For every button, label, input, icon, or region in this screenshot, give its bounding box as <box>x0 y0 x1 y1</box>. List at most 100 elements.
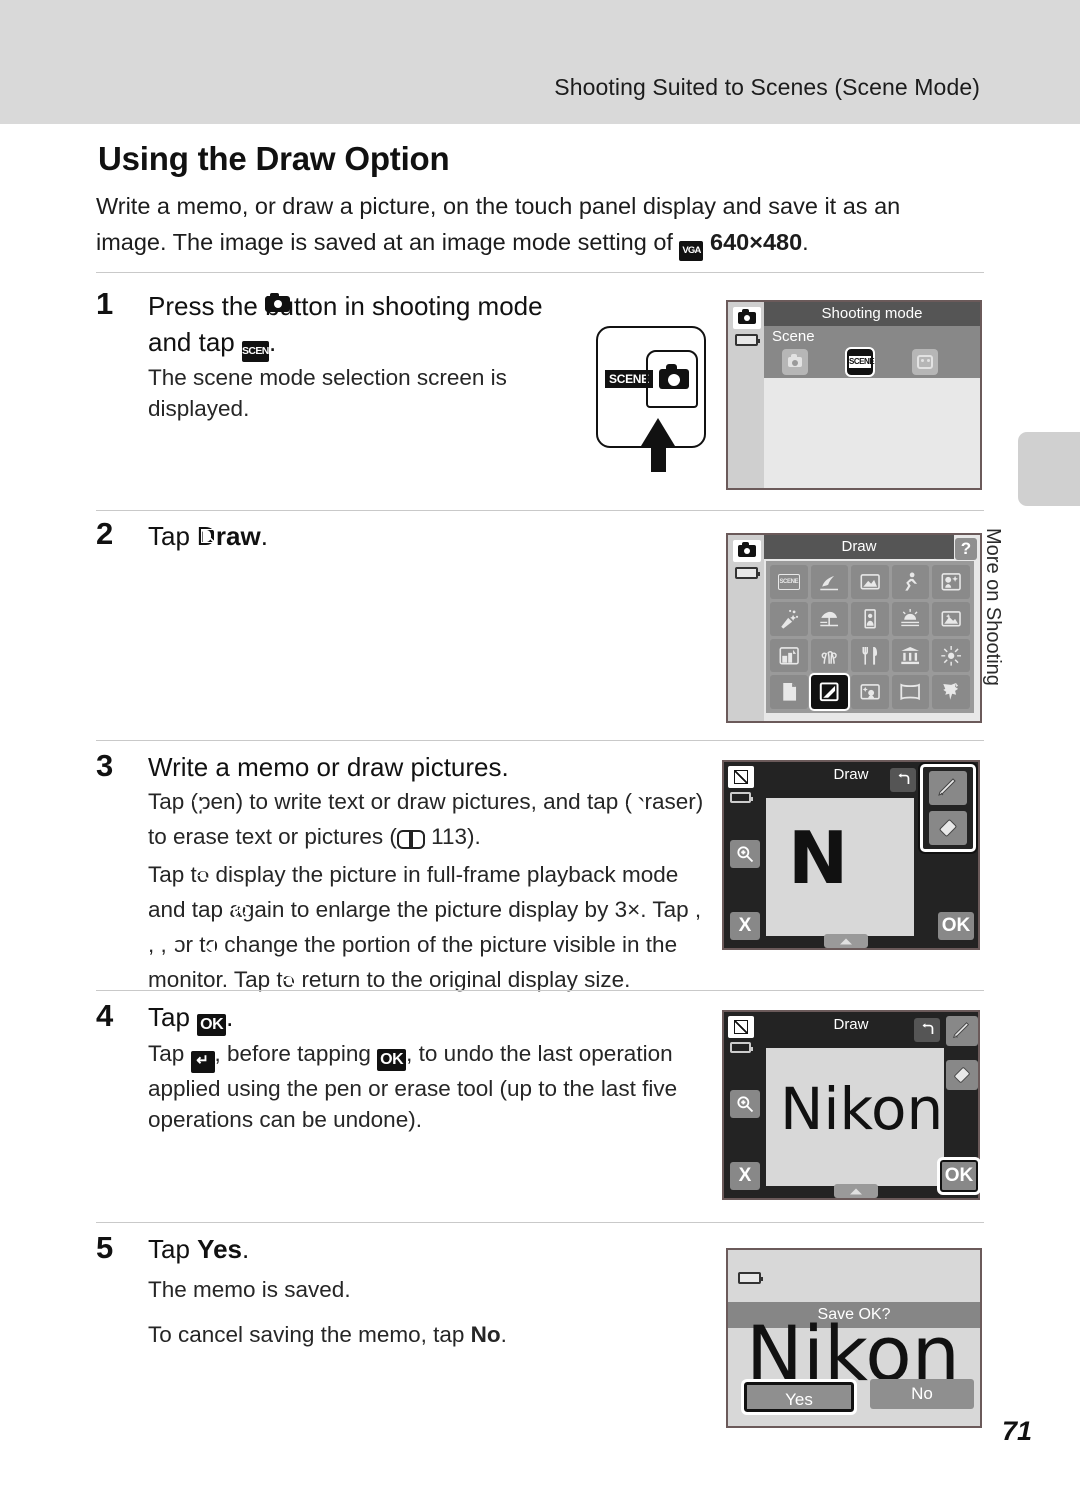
step-number-2: 2 <box>96 516 114 551</box>
scene-cell-beach[interactable] <box>810 601 849 636</box>
step-number-4: 4 <box>96 998 114 1033</box>
scene-cell-food[interactable] <box>851 638 889 673</box>
step-heading-4: Tap OK. <box>148 1000 548 1036</box>
eraser-icon[interactable] <box>946 1060 978 1090</box>
auto-mode-icon[interactable] <box>782 349 808 375</box>
no-button[interactable]: No <box>870 1379 974 1409</box>
scene-cell-sports[interactable] <box>891 565 930 599</box>
pen-eraser-toolbox <box>920 764 976 852</box>
step5-paragraph-1: The memo is saved. <box>148 1277 351 1302</box>
step-number-3: 3 <box>96 748 114 783</box>
scene-cell-scene-auto-selector[interactable]: SCENE <box>770 565 808 599</box>
canvas-handwriting: Nikon <box>780 1075 944 1143</box>
scene-icon-grid: SCENE <box>766 561 974 713</box>
scene-cell-landscape[interactable] <box>851 565 889 599</box>
screen5-preview: Nikon Yes No <box>728 1316 980 1426</box>
step4-head-a: Tap <box>148 1002 198 1032</box>
step-heading-3: Write a memo or draw pictures. <box>148 752 509 782</box>
step1-head-c: . <box>268 327 277 357</box>
ok-button[interactable]: OK <box>937 1157 981 1195</box>
screen1-status-column <box>728 302 764 488</box>
page-number: 71 <box>1001 1416 1032 1446</box>
yes-button[interactable]: Yes <box>741 1379 857 1415</box>
canvas-handwriting: N <box>788 816 849 900</box>
expand-up-icon[interactable] <box>824 934 868 948</box>
ok-button[interactable]: OK <box>938 912 974 940</box>
chapter-thumb-tab <box>1018 432 1080 506</box>
up-arrow-icon <box>641 418 675 472</box>
step3-magnification: 3× <box>614 897 641 922</box>
scene-cell-dusk-dawn[interactable] <box>932 601 970 636</box>
pen-icon[interactable] <box>929 771 967 805</box>
screen-scene-menu: Draw ? SCENE <box>726 533 982 723</box>
step-body-3: Tap (pen) to write text or draw pictures… <box>148 786 714 999</box>
step5-body-2b: No <box>470 1322 501 1347</box>
book-icon <box>396 827 425 849</box>
scene-cell-party-indoor[interactable] <box>770 601 808 636</box>
screen1-title: Shooting mode <box>764 302 980 326</box>
scene-cell-museum[interactable] <box>891 638 930 673</box>
step-divider-3 <box>96 740 984 741</box>
page-title: Using the Draw Option <box>98 140 450 177</box>
scene-cell-close-up[interactable] <box>810 638 849 673</box>
scene-mode-icon[interactable]: SCENE <box>845 347 875 377</box>
step-divider-2 <box>96 510 984 511</box>
step5-head-a: Tap <box>148 1234 198 1264</box>
step3-paragraph-2: Tap to display the picture in full-frame… <box>148 859 714 999</box>
scene-cell-sunset[interactable] <box>891 601 930 636</box>
step-divider-4 <box>96 990 984 991</box>
draw-canvas[interactable]: N <box>766 798 914 936</box>
screen-save-confirm: Save OK? Nikon Yes No <box>726 1248 982 1428</box>
ok-icon: OK <box>377 1049 407 1071</box>
cancel-x-icon[interactable]: X <box>730 1162 760 1190</box>
screen5-status-area <box>728 1250 980 1302</box>
step3-page-ref: 113 <box>431 824 467 849</box>
zoom-in-icon[interactable] <box>730 1090 760 1118</box>
smart-portrait-icon[interactable] <box>912 349 938 375</box>
scene-cell-panorama-assist[interactable] <box>891 675 930 709</box>
screen-draw-n: Draw N X OK <box>722 760 980 950</box>
step-heading-2: Tap Draw. <box>148 519 548 557</box>
camera-mode-icon <box>733 540 761 562</box>
step-number-5: 5 <box>96 1230 114 1265</box>
step3-paragraph-1: Tap (pen) to write text or draw pictures… <box>148 789 704 849</box>
page-header-band <box>0 0 1080 124</box>
screen1-mode-buttons: SCENE <box>764 347 980 377</box>
step-body-1: The scene mode selection screen is displ… <box>148 365 507 421</box>
battery-icon <box>730 1042 753 1053</box>
screen-draw-nikon: Draw Nikon X OK <box>722 1010 981 1200</box>
eraser-icon[interactable] <box>929 811 967 845</box>
step-number-1: 1 <box>96 286 114 321</box>
step-heading-5: Tap Yes. <box>148 1232 548 1266</box>
scene-cell-snow[interactable] <box>851 601 889 636</box>
scene-cell-night-landscape[interactable] <box>770 638 808 673</box>
zoom-in-icon[interactable] <box>730 840 760 868</box>
section-intro: Write a memo, or draw a picture, on the … <box>96 188 956 261</box>
step2-head-a: Tap <box>148 521 198 551</box>
battery-icon <box>735 334 760 346</box>
scene-cell-fireworks[interactable] <box>932 638 970 673</box>
step5-body-2c: . <box>500 1322 507 1347</box>
scene-cell-copy[interactable] <box>770 675 808 709</box>
intro-image-mode-value: 640×480 <box>710 229 803 255</box>
help-icon[interactable]: ? <box>955 538 977 560</box>
expand-up-icon[interactable] <box>834 1184 878 1198</box>
battery-icon <box>735 567 760 579</box>
scene-cell-pet-portrait[interactable] <box>932 675 970 709</box>
step5-paragraph-2: To cancel saving the memo, tap No. <box>148 1319 648 1350</box>
draw-canvas[interactable]: Nikon <box>766 1048 944 1186</box>
scene-cell-portrait[interactable] <box>810 565 849 599</box>
step-body-5: The memo is saved. To cancel saving the … <box>148 1274 648 1350</box>
screen2-title: Draw <box>764 535 954 559</box>
step1-head-a: Press the <box>148 291 266 321</box>
scene-cell-draw[interactable] <box>808 673 851 711</box>
pen-icon[interactable] <box>946 1016 978 1046</box>
screen-shooting-mode: Shooting mode Scene SCENE <box>726 300 982 490</box>
scene-cell-night-portrait[interactable] <box>932 565 970 599</box>
undo-icon[interactable] <box>890 768 916 792</box>
undo-icon[interactable] <box>914 1018 940 1042</box>
scene-cell-backlight[interactable] <box>851 675 889 709</box>
step5-body-2a: To cancel saving the memo, tap <box>148 1322 471 1347</box>
intro-text-part2: . <box>802 229 809 255</box>
cancel-x-icon[interactable]: X <box>730 912 760 940</box>
